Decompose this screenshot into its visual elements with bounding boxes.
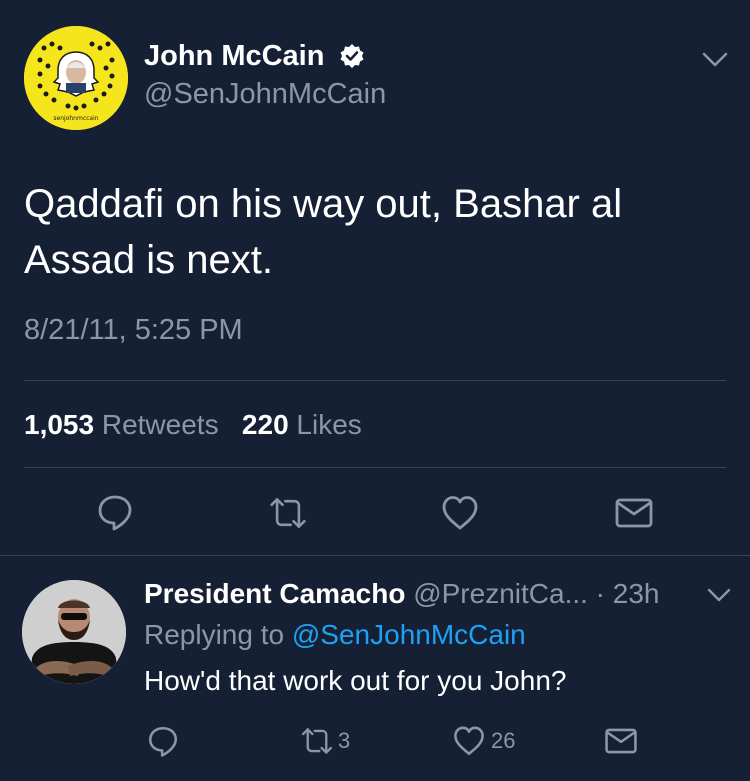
tweet-text: Qaddafi on his way out, Bashar al Assad … xyxy=(24,182,623,282)
reply-icon[interactable] xyxy=(95,492,135,532)
chevron-down-icon[interactable] xyxy=(707,588,731,602)
like-count: 220 xyxy=(241,409,289,440)
author-avatar[interactable]: senjohnmccain xyxy=(24,26,128,130)
replying-to: Replying to @SenJohnMcCain xyxy=(144,619,526,651)
like-icon[interactable] xyxy=(440,493,480,533)
profile-photo-icon xyxy=(22,580,126,684)
retweet-count: 1,053 xyxy=(24,409,95,440)
reply-handle-time[interactable]: @PreznitCa... · 23h xyxy=(413,578,659,609)
direct-message-icon[interactable] xyxy=(614,493,654,533)
snapcode-caption: senjohnmccain xyxy=(53,115,98,122)
retweet-stat[interactable]: 1,053 Retweets xyxy=(24,409,226,440)
divider xyxy=(24,380,726,381)
like-label: Likes xyxy=(296,409,362,440)
verified-badge-icon xyxy=(340,44,364,68)
author-handle[interactable]: @SenJohnMcCain xyxy=(144,78,386,111)
retweet-icon[interactable] xyxy=(268,493,308,533)
reply-author-avatar[interactable] xyxy=(22,580,126,684)
retweet-icon[interactable] xyxy=(300,724,334,758)
tweet-stats: 1,053 Retweets 220 Likes xyxy=(24,409,362,441)
replying-handle-link[interactable]: @SenJohnMcCain xyxy=(292,619,526,650)
snapcode-icon: senjohnmccain xyxy=(24,26,128,130)
replying-prefix: Replying to xyxy=(144,619,285,650)
divider xyxy=(0,555,750,556)
reply-text: How'd that work out for you John? xyxy=(144,665,567,696)
tweet-timestamp: 8/21/11, 5:25 PM xyxy=(24,314,243,346)
like-icon[interactable] xyxy=(452,724,486,758)
direct-message-icon[interactable] xyxy=(604,724,638,758)
reply-author-name[interactable]: President Camacho xyxy=(144,578,405,609)
divider xyxy=(24,467,726,468)
like-stat[interactable]: 220 Likes xyxy=(242,409,362,440)
author-name[interactable]: John McCain xyxy=(144,40,324,73)
retweet-label: Retweets xyxy=(101,409,219,440)
reply-like-count: 26 xyxy=(491,728,516,753)
reply-icon[interactable] xyxy=(146,724,180,758)
reply-header: President Camacho @PreznitCa... · 23h xyxy=(144,578,660,610)
chevron-down-icon[interactable] xyxy=(702,52,728,68)
reply-retweet-count: 3 xyxy=(338,728,351,753)
